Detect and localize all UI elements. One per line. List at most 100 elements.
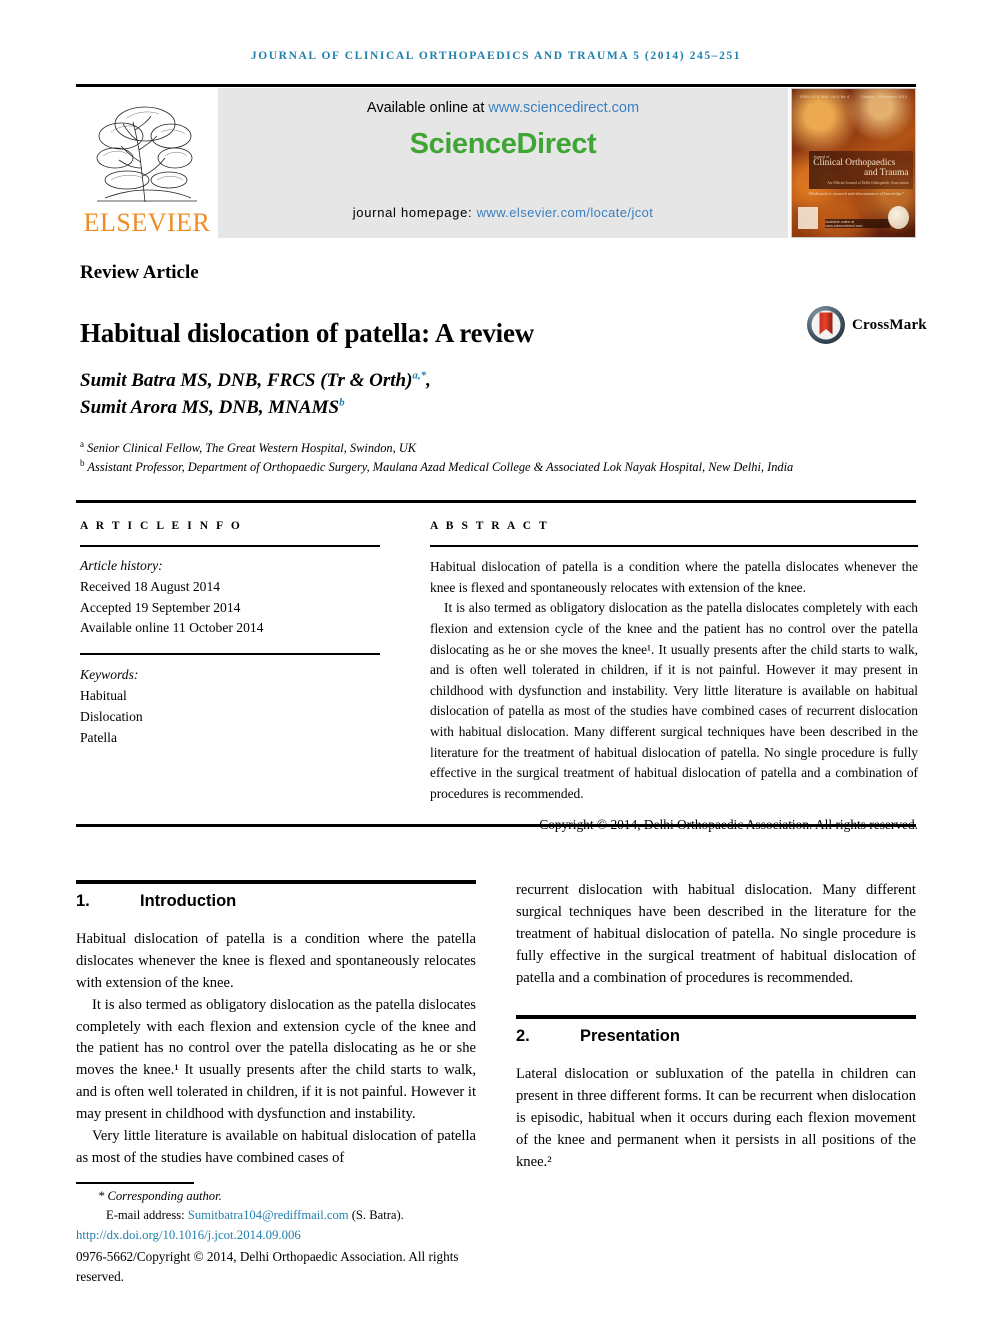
abstract-label: A B S T R A C T: [430, 520, 550, 532]
cover-title-band: Journal of Clinical Orthopaedics and Tra…: [809, 151, 913, 189]
keyword-item: Habitual: [80, 687, 127, 703]
sciencedirect-logo-direct: Direct: [516, 128, 597, 160]
author-affiliation-marks: b: [339, 396, 345, 409]
body-paragraph: It is also termed as obligatory dislocat…: [76, 996, 476, 1123]
cover-title-line1: Clinical Orthopaedics: [813, 158, 896, 169]
sciencedirect-banner: Available online at www.sciencedirect.co…: [218, 88, 788, 238]
cover-title: Clinical Orthopaedics and Trauma: [813, 158, 909, 179]
section-body-presentation: Lateral dislocation or subluxation of th…: [516, 1064, 916, 1173]
affiliation-text: Senior Clinical Fellow, The Great Wester…: [87, 441, 417, 456]
article-accepted-date: Accepted 19 September 2014: [80, 599, 241, 615]
section-heading-rule: [76, 880, 476, 884]
paper-page: JOURNAL OF CLINICAL ORTHOPAEDICS AND TRA…: [0, 0, 992, 1323]
abstract-paragraph: Habitual dislocation of patella is a con…: [430, 559, 918, 595]
keywords-block: Keywords: Habitual Dislocation Patella: [80, 665, 380, 748]
author-affiliation-marks: a,*: [412, 369, 427, 382]
section-body-introduction-continued: recurrent dislocation with habitual disl…: [516, 880, 916, 989]
article-type-label: Review Article: [80, 262, 199, 283]
abstract-block: A B S T R A C T Habitual dislocation of …: [430, 520, 918, 833]
crossmark-label: CrossMark: [852, 316, 927, 333]
article-info-block: A R T I C L E I N F O Article history: R…: [80, 520, 380, 748]
abstract-text: Habitual dislocation of patella is a con…: [430, 557, 918, 805]
abstract-block-top-rule: [76, 500, 916, 503]
affiliation-text: Assistant Professor, Department of Ortho…: [87, 460, 794, 475]
section-body-introduction: Habitual dislocation of patella is a con…: [76, 929, 476, 1170]
cover-quote: “Dedicated to research and dissemination…: [807, 191, 905, 197]
section-heading-introduction: 1. Introduction: [76, 892, 476, 911]
cover-issue-date: October - December 2014: [860, 95, 907, 99]
running-head: JOURNAL OF CLINICAL ORTHOPAEDICS AND TRA…: [250, 50, 742, 62]
cover-elsevier-logo-icon: [798, 207, 818, 229]
issn-copyright-line: 0976-5662/Copyright © 2014, Delhi Orthop…: [76, 1249, 459, 1285]
keywords-header: Keywords:: [80, 667, 139, 683]
section-heading-presentation: 2. Presentation: [516, 1027, 916, 1046]
author-entry: Sumit Arora MS, DNB, MNAMSb: [80, 395, 820, 422]
email-label: E-mail address:: [106, 1207, 185, 1222]
corresponding-author-note: * Corresponding author.: [98, 1187, 506, 1206]
article-info-label: A R T I C L E I N F O: [80, 520, 243, 532]
available-online-prefix: Available online at: [366, 100, 489, 116]
asterisk-icon: *: [98, 1188, 105, 1203]
email-note: E-mail address: Sumitbatra104@rediffmail…: [106, 1206, 506, 1225]
body-paragraph: Very little literature is available on h…: [76, 1128, 476, 1166]
cover-society-seal-icon: [888, 206, 909, 229]
author-list: Sumit Batra MS, DNB, FRCS (Tr & Orth)a,*…: [80, 368, 820, 422]
elsevier-wordmark: ELSEVIER: [83, 208, 211, 237]
body-paragraph: Habitual dislocation of patella is a con…: [76, 931, 476, 991]
section-number: 2.: [516, 1027, 530, 1046]
cover-title-line2: and Trauma: [864, 168, 909, 179]
body-columns: 1. Introduction Habitual dislocation of …: [76, 880, 916, 1174]
cover-issn: ISSN 0976-5662 Vol 5 No 4: [800, 95, 850, 99]
article-history: Article history: Received 18 August 2014…: [80, 556, 380, 639]
cover-subtitle: An Official Journal of Delhi Orthopaedic…: [827, 180, 909, 185]
author-entry: Sumit Batra MS, DNB, FRCS (Tr & Orth)a,*…: [80, 368, 820, 395]
crossmark-icon: [807, 306, 845, 344]
section-title: Presentation: [580, 1027, 680, 1046]
email-address-link[interactable]: Sumitbatra104@rediffmail.com: [188, 1208, 349, 1222]
corresponding-author-label: Corresponding author.: [107, 1188, 222, 1203]
email-owner: (S. Batra).: [351, 1207, 404, 1222]
elsevier-tree-icon: [96, 106, 197, 203]
affiliation-list: a Senior Clinical Fellow, The Great West…: [80, 438, 820, 477]
affiliation-item: b Assistant Professor, Department of Ort…: [80, 457, 820, 476]
footnote-rule: [76, 1182, 194, 1184]
column-spacer: [516, 989, 916, 1015]
author-name: Sumit Arora MS, DNB, MNAMS: [80, 396, 340, 418]
body-column-right: recurrent dislocation with habitual disl…: [516, 880, 916, 1174]
cover-top-metadata: ISSN 0976-5662 Vol 5 No 4 October - Dece…: [800, 95, 907, 99]
section-heading-rule: [516, 1015, 916, 1020]
affiliation-mark: a: [80, 439, 84, 449]
sciencedirect-url[interactable]: www.sciencedirect.com: [488, 100, 639, 116]
sciencedirect-logo[interactable]: ScienceDirect: [410, 128, 597, 161]
article-history-header: Article history:: [80, 558, 163, 573]
abstract-rule: [430, 545, 918, 547]
available-online-line: Available online at www.sciencedirect.co…: [367, 100, 639, 116]
article-received-date: Received 18 August 2014: [80, 578, 221, 594]
journal-cover-thumbnail[interactable]: ISSN 0976-5662 Vol 5 No 4 October - Dece…: [791, 88, 916, 238]
keywords-rule: [80, 653, 380, 656]
journal-homepage-line: journal homepage: www.elsevier.com/locat…: [218, 205, 788, 220]
abstract-paragraph: It is also termed as obligatory dislocat…: [430, 600, 918, 802]
affiliation-mark: b: [80, 458, 85, 469]
article-info-rule: [80, 545, 380, 547]
keyword-item: Patella: [80, 729, 117, 745]
affiliation-item: a Senior Clinical Fellow, The Great West…: [80, 438, 820, 457]
page-title: Habitual dislocation of patella: A revie…: [80, 318, 535, 349]
section-number: 1.: [76, 892, 90, 910]
abstract-block-bottom-rule: [76, 824, 916, 827]
keyword-item: Dislocation: [80, 708, 143, 724]
doi-link[interactable]: http://dx.doi.org/10.1016/j.jcot.2014.09…: [76, 1226, 506, 1245]
journal-homepage-url[interactable]: www.elsevier.com/locate/jcot: [477, 205, 654, 220]
crossmark-badge[interactable]: CrossMark: [806, 305, 927, 345]
body-paragraph: recurrent dislocation with habitual disl…: [516, 882, 916, 986]
cover-bottom-bar: Available online at www.sciencedirect.co…: [825, 219, 891, 228]
author-name: Sumit Batra MS, DNB, FRCS (Tr & Orth): [80, 370, 413, 391]
journal-homepage-prefix: journal homepage:: [352, 205, 477, 220]
journal-masthead: ELSEVIER Available online at www.science…: [76, 88, 916, 238]
section-title: Introduction: [140, 892, 237, 910]
article-available-online-date: Available online 11 October 2014: [80, 620, 264, 636]
journal-cover-image: ISSN 0976-5662 Vol 5 No 4 October - Dece…: [791, 88, 916, 238]
sciencedirect-logo-science: Science: [409, 128, 517, 160]
masthead-top-rule: [76, 84, 916, 87]
elsevier-logo: ELSEVIER: [76, 88, 218, 238]
